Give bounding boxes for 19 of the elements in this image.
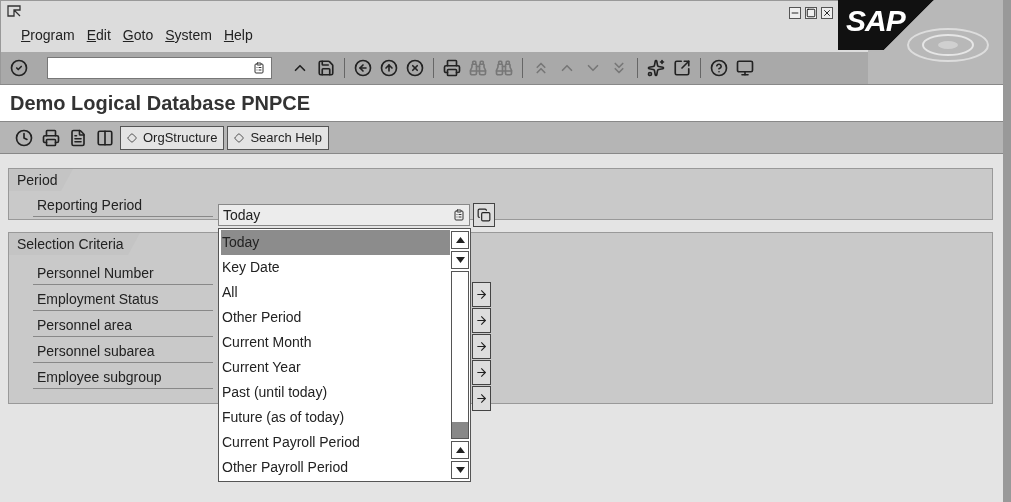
toolbar-button[interactable]: OrgStructure: [120, 125, 225, 150]
field-label: Employee subgroup: [33, 366, 213, 389]
group-title: Period: [9, 169, 62, 191]
dropdown-option[interactable]: Today: [221, 230, 450, 255]
menu-item[interactable]: Help: [223, 25, 253, 46]
menu-item[interactable]: Goto: [122, 25, 154, 46]
field-label: Personnel subarea: [33, 340, 213, 363]
group-title: Selection Criteria: [9, 233, 128, 255]
menu-item[interactable]: Program: [21, 25, 75, 46]
reporting-period-field[interactable]: Today: [218, 204, 470, 226]
menu-item[interactable]: System: [165, 25, 212, 46]
field-label: Employment Status: [33, 288, 213, 311]
field-label: Personnel Number: [33, 262, 213, 285]
field-label: Personnel area: [33, 314, 213, 337]
toolbar-button[interactable]: Search Help: [227, 125, 329, 150]
menu-item[interactable]: Edit: [86, 25, 111, 46]
screen-title: Demo Logical Database PNPCE: [10, 91, 311, 116]
field-label: Reporting Period: [33, 194, 213, 217]
sap-logo-text: SAP: [846, 4, 905, 38]
